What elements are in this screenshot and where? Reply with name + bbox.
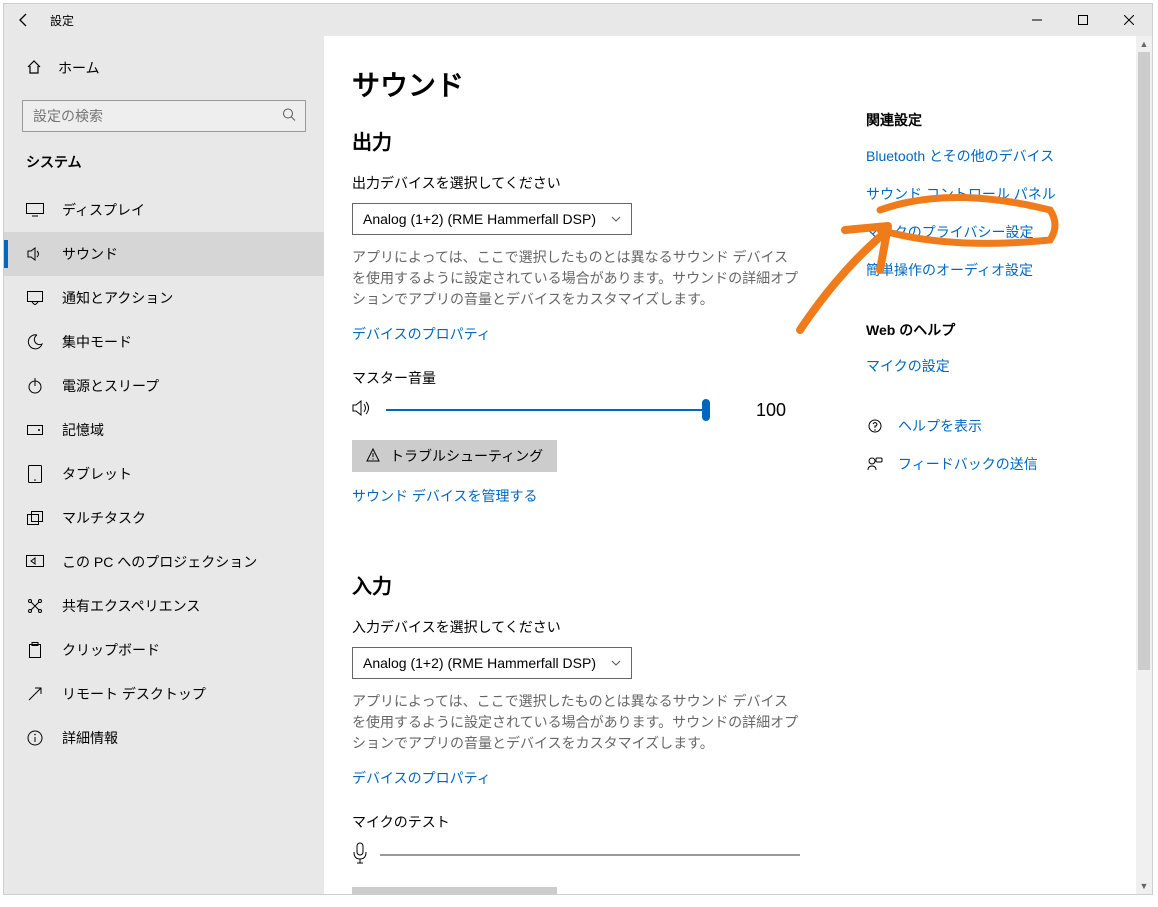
minimize-button[interactable] bbox=[1014, 4, 1060, 36]
master-volume-value: 100 bbox=[756, 400, 786, 421]
input-desc: アプリによっては、ここで選択したものとは異なるサウンド デバイスを使用するように… bbox=[352, 691, 802, 754]
scroll-thumb[interactable] bbox=[1138, 52, 1150, 670]
output-device-dropdown[interactable]: Analog (1+2) (RME Hammerfall DSP) bbox=[352, 203, 632, 235]
sidebar-item-storage[interactable]: 記憶域 bbox=[4, 408, 324, 452]
close-button[interactable] bbox=[1106, 4, 1152, 36]
related-heading: 関連設定 bbox=[866, 110, 1116, 130]
display-icon bbox=[26, 203, 44, 217]
mic-test-label: マイクのテスト bbox=[352, 812, 842, 832]
get-help-link[interactable]: ヘルプを表示 bbox=[866, 416, 1116, 436]
feedback-icon bbox=[866, 456, 884, 472]
sidebar-item-remote[interactable]: リモート デスクトップ bbox=[4, 672, 324, 716]
sidebar-item-tablet[interactable]: タブレット bbox=[4, 452, 324, 496]
output-troubleshoot-button[interactable]: トラブルシューティング bbox=[352, 440, 557, 472]
microphone-icon bbox=[352, 842, 368, 867]
sidebar-item-sound[interactable]: サウンド bbox=[4, 232, 324, 276]
vertical-scrollbar[interactable]: ▲ ▼ bbox=[1136, 36, 1152, 894]
sidebar-item-label: リモート デスクトップ bbox=[62, 684, 206, 704]
help-icon bbox=[866, 418, 884, 434]
sidebar-item-label: サウンド bbox=[62, 244, 118, 264]
project-icon bbox=[26, 555, 44, 569]
info-icon bbox=[26, 730, 44, 746]
sound-icon bbox=[26, 246, 44, 262]
sidebar-item-clipboard[interactable]: クリップボード bbox=[4, 628, 324, 672]
chevron-down-icon bbox=[611, 658, 621, 669]
output-device-value: Analog (1+2) (RME Hammerfall DSP) bbox=[363, 211, 596, 227]
sidebar-item-label: マルチタスク bbox=[62, 508, 146, 528]
settings-window: 設定 ホーム システム ディスプ bbox=[3, 3, 1153, 895]
home-icon bbox=[26, 59, 42, 78]
input-device-label: 入力デバイスを選択してください bbox=[352, 617, 842, 637]
related-link-3[interactable]: 簡単操作のオーディオ設定 bbox=[866, 260, 1116, 280]
storage-icon bbox=[26, 425, 44, 435]
mic-level-bar bbox=[380, 854, 800, 856]
aside: 関連設定 Bluetooth とその他のデバイスサウンド コントロール パネルマ… bbox=[866, 36, 1136, 894]
sidebar-item-label: 詳細情報 bbox=[62, 728, 118, 748]
multitask-icon bbox=[26, 511, 44, 525]
content-area: サウンド 出力 出力デバイスを選択してください Analog (1+2) (RM… bbox=[324, 36, 866, 894]
sidebar-item-label: 電源とスリープ bbox=[62, 376, 159, 396]
clipboard-icon bbox=[26, 642, 44, 658]
output-manage-devices-link[interactable]: サウンド デバイスを管理する bbox=[352, 486, 537, 506]
sidebar-item-label: 記憶域 bbox=[62, 420, 104, 440]
warning-icon bbox=[366, 448, 380, 465]
sidebar-item-label: タブレット bbox=[62, 464, 132, 484]
related-link-1[interactable]: サウンド コントロール パネル bbox=[866, 184, 1116, 204]
notify-icon bbox=[26, 291, 44, 305]
focus-icon bbox=[26, 334, 44, 350]
window-controls bbox=[1014, 4, 1152, 36]
scroll-down-arrow[interactable]: ▼ bbox=[1136, 878, 1152, 894]
chevron-down-icon bbox=[611, 214, 621, 225]
category-label: システム bbox=[4, 152, 324, 188]
share-icon bbox=[26, 598, 44, 614]
search-icon bbox=[282, 108, 296, 125]
home-button[interactable]: ホーム bbox=[4, 46, 324, 90]
sidebar-item-project[interactable]: この PC へのプロジェクション bbox=[4, 540, 324, 584]
webhelp-link-0[interactable]: マイクの設定 bbox=[866, 356, 1116, 376]
output-desc: アプリによっては、ここで選択したものとは異なるサウンド デバイスを使用するように… bbox=[352, 247, 802, 310]
sidebar-item-share[interactable]: 共有エクスペリエンス bbox=[4, 584, 324, 628]
input-device-dropdown[interactable]: Analog (1+2) (RME Hammerfall DSP) bbox=[352, 647, 632, 679]
master-volume-slider[interactable] bbox=[386, 398, 706, 422]
page-title: サウンド bbox=[352, 64, 842, 104]
webhelp-heading: Web のヘルプ bbox=[866, 320, 1116, 340]
tablet-icon bbox=[26, 465, 44, 483]
sidebar-item-label: 通知とアクション bbox=[62, 288, 173, 308]
sidebar-item-label: クリップボード bbox=[62, 640, 160, 660]
sidebar-item-focus[interactable]: 集中モード bbox=[4, 320, 324, 364]
sidebar-item-power[interactable]: 電源とスリープ bbox=[4, 364, 324, 408]
window-title: 設定 bbox=[44, 12, 74, 29]
master-volume-label: マスター音量 bbox=[352, 368, 842, 388]
related-link-0[interactable]: Bluetooth とその他のデバイス bbox=[866, 146, 1116, 166]
sidebar-item-info[interactable]: 詳細情報 bbox=[4, 716, 324, 760]
input-device-value: Analog (1+2) (RME Hammerfall DSP) bbox=[363, 655, 596, 671]
sidebar-item-label: ディスプレイ bbox=[62, 200, 145, 220]
sidebar-item-display[interactable]: ディスプレイ bbox=[4, 188, 324, 232]
feedback-link[interactable]: フィードバックの送信 bbox=[866, 454, 1116, 474]
related-link-2[interactable]: マイクのプライバシー設定 bbox=[866, 222, 1116, 242]
sidebar-item-label: 共有エクスペリエンス bbox=[62, 596, 200, 616]
maximize-button[interactable] bbox=[1060, 4, 1106, 36]
speaker-icon[interactable] bbox=[352, 399, 372, 422]
back-button[interactable] bbox=[4, 4, 44, 36]
search-input[interactable] bbox=[22, 100, 306, 132]
remote-icon bbox=[26, 686, 44, 702]
output-heading: 出力 bbox=[352, 126, 842, 155]
sidebar-item-label: 集中モード bbox=[62, 332, 132, 352]
sidebar-item-notify[interactable]: 通知とアクション bbox=[4, 276, 324, 320]
scroll-up-arrow[interactable]: ▲ bbox=[1136, 36, 1152, 52]
input-heading: 入力 bbox=[352, 570, 842, 599]
input-device-properties-link[interactable]: デバイスのプロパティ bbox=[352, 768, 491, 788]
sidebar-item-label: この PC へのプロジェクション bbox=[62, 552, 257, 572]
home-label: ホーム bbox=[58, 58, 100, 78]
output-device-properties-link[interactable]: デバイスのプロパティ bbox=[352, 324, 491, 344]
input-troubleshoot-button[interactable]: トラブルシューティング bbox=[352, 887, 557, 894]
output-device-label: 出力デバイスを選択してください bbox=[352, 173, 842, 193]
power-icon bbox=[26, 378, 44, 394]
titlebar: 設定 bbox=[4, 4, 1152, 36]
sidebar-item-multitask[interactable]: マルチタスク bbox=[4, 496, 324, 540]
sidebar: ホーム システム ディスプレイサウンド通知とアクション集中モード電源とスリープ記… bbox=[4, 36, 324, 894]
